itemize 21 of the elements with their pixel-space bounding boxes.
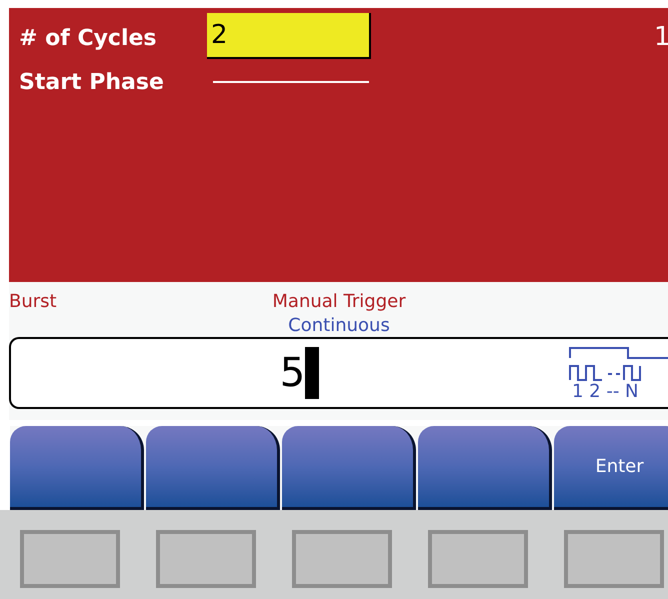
channel-number: 1 [654, 21, 668, 54]
hardware-key[interactable] [428, 530, 528, 588]
mode-label: Burst [9, 290, 58, 314]
burst-pulse-icon [568, 344, 668, 382]
hardware-key[interactable] [20, 530, 120, 588]
parameter-label: # of Cycles [19, 24, 158, 52]
entry-value: 5 [280, 353, 306, 393]
parameter-field[interactable]: 2 [207, 13, 371, 59]
text-cursor [305, 347, 320, 399]
trigger-label: Manual Trigger [272, 290, 406, 314]
softkey[interactable]: Enter [554, 426, 668, 510]
burst-count-label: 1 2 -- N [571, 382, 639, 402]
softkey[interactable] [10, 426, 144, 510]
parameter-label: Start Phase [19, 68, 165, 96]
hardware-key[interactable] [156, 530, 256, 588]
hardware-key[interactable] [564, 530, 664, 588]
softkey[interactable] [282, 426, 416, 510]
softkey[interactable] [418, 426, 552, 510]
softkey[interactable] [146, 426, 280, 510]
hardware-key[interactable] [292, 530, 392, 588]
trigger-mode-label: Continuous [288, 314, 390, 338]
